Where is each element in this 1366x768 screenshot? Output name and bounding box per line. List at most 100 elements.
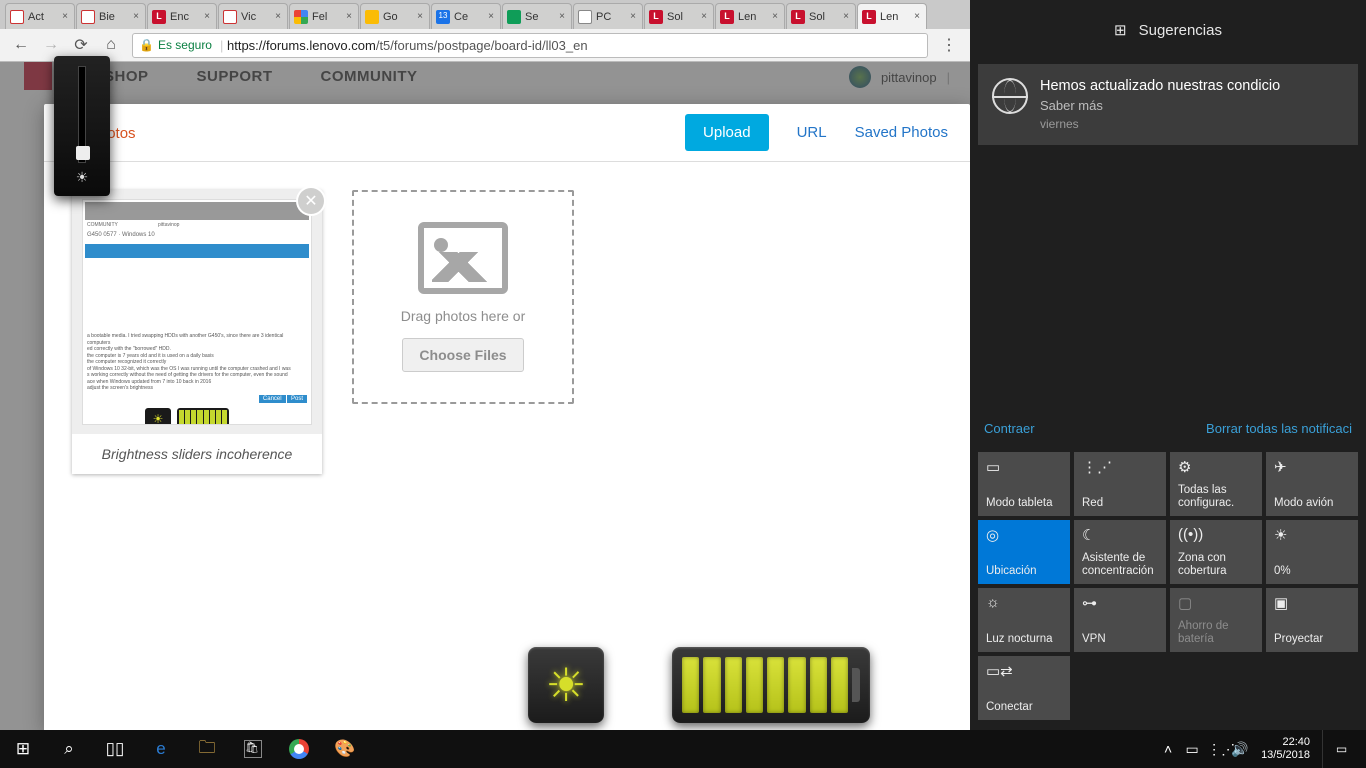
url-text: https://forums.lenovo.com/t5/forums/post…	[227, 38, 588, 53]
quick-action-icon: ◎	[986, 526, 1062, 544]
quick-action-proyectar[interactable]: ▣ Proyectar	[1266, 588, 1358, 652]
quick-action-icon: ((•))	[1178, 526, 1254, 544]
collapse-link[interactable]: Contraer	[984, 421, 1035, 436]
wifi-icon[interactable]: ⋮⋰	[1207, 741, 1225, 758]
tab-strip: Act×Bie×LEnc×Vic×Fel×Go×13Ce×Se×PC×LSol×…	[0, 0, 970, 29]
tab-close-icon[interactable]: ×	[486, 12, 496, 22]
browser-tab[interactable]: Vic×	[218, 3, 288, 29]
thumbnail-caption: Brightness sliders incoherence	[72, 434, 322, 474]
quick-action-zona-con-cobertura[interactable]: ((•)) Zona con cobertura	[1170, 520, 1262, 584]
url-tab[interactable]: URL	[797, 124, 827, 141]
quick-action-icon: ☼	[986, 594, 1062, 612]
quick-action-icon: ✈	[1274, 458, 1350, 476]
notification-time: viernes	[1040, 117, 1344, 131]
tab-close-icon[interactable]: ×	[415, 12, 425, 22]
upload-body: ✕ COMMUNITY pittavinop G450 0577 · Windo…	[44, 162, 970, 730]
tab-close-icon[interactable]: ×	[273, 12, 283, 22]
browser-tab[interactable]: LLen×	[715, 3, 785, 29]
quick-action-vpn[interactable]: ⊶VPN	[1074, 588, 1166, 652]
upload-modal: 📷 Photos Upload URL Saved Photos ✕ COMMU…	[44, 104, 970, 730]
chrome-app[interactable]	[276, 730, 322, 768]
browser-tab[interactable]: LEnc×	[147, 3, 217, 29]
action-center-button[interactable]: ▭	[1322, 730, 1360, 768]
paint-app[interactable]: 🎨	[322, 730, 368, 768]
tab-close-icon[interactable]: ×	[131, 12, 141, 22]
reload-button[interactable]: ⟳	[69, 33, 93, 57]
quick-action-0[interactable]: ☀0%	[1266, 520, 1358, 584]
browser-tab[interactable]: Act×	[5, 3, 75, 29]
notification-card[interactable]: Hemos actualizado nuestras condicio Sabe…	[978, 64, 1358, 145]
quick-action-label: Proyectar	[1274, 633, 1350, 646]
tab-favicon	[294, 10, 308, 24]
toolbar: ← → ⟳ ⌂ 🔒 Es seguro | https://forums.len…	[0, 29, 970, 62]
address-bar[interactable]: 🔒 Es seguro | https://forums.lenovo.com/…	[132, 33, 928, 58]
tab-close-icon[interactable]: ×	[841, 12, 851, 22]
start-button[interactable]: ⊞	[0, 730, 46, 768]
tray-chevron-icon[interactable]: ˄	[1159, 741, 1177, 757]
uploaded-thumbnail[interactable]: ✕ COMMUNITY pittavinop G450 0577 · Windo…	[72, 190, 322, 474]
tab-favicon	[578, 10, 592, 24]
upload-modal-header: 📷 Photos Upload URL Saved Photos	[44, 104, 970, 162]
remove-thumbnail-button[interactable]: ✕	[298, 188, 324, 214]
task-view-button[interactable]: ▯▯	[92, 730, 138, 768]
volume-icon[interactable]: 🔊	[1231, 741, 1249, 758]
clock[interactable]: 22:40 13/5/2018	[1255, 736, 1316, 761]
brightness-icon: ☀	[76, 169, 89, 186]
search-button[interactable]: ⌕	[46, 730, 92, 768]
browser-tab[interactable]: LSol×	[644, 3, 714, 29]
store-app[interactable]: 🛍	[230, 730, 276, 768]
battery-icon[interactable]: ▭	[1183, 741, 1201, 758]
quick-action-label: 0%	[1274, 565, 1350, 578]
tab-close-icon[interactable]: ×	[344, 12, 354, 22]
quick-action-icon: ▣	[1274, 594, 1350, 612]
quick-action-red[interactable]: ⋮⋰Red	[1074, 452, 1166, 516]
quick-action-todas-las-configurac[interactable]: ⚙Todas las configurac.	[1170, 452, 1262, 516]
browser-tab[interactable]: Se×	[502, 3, 572, 29]
upload-button[interactable]: Upload	[685, 114, 769, 151]
browser-tab[interactable]: 13Ce×	[431, 3, 501, 29]
clock-time: 22:40	[1261, 736, 1310, 749]
saved-photos-tab[interactable]: Saved Photos	[855, 124, 948, 141]
browser-tab[interactable]: LSol×	[786, 3, 856, 29]
dropzone[interactable]: Drag photos here or Choose Files	[352, 190, 574, 404]
brightness-vertical-slider-osd: ☀	[54, 56, 110, 196]
choose-files-button[interactable]: Choose Files	[402, 338, 523, 372]
tab-close-icon[interactable]: ×	[699, 12, 709, 22]
action-center-title: Sugerencias	[1139, 22, 1222, 39]
quick-action-label: Modo avión	[1274, 497, 1350, 510]
forward-button[interactable]: →	[39, 33, 63, 57]
home-button[interactable]: ⌂	[99, 33, 123, 57]
edge-app[interactable]: e	[138, 730, 184, 768]
tab-favicon: L	[152, 10, 166, 24]
tab-close-icon[interactable]: ×	[628, 12, 638, 22]
back-button[interactable]: ←	[9, 33, 33, 57]
quick-action-icon: ⚙	[1178, 458, 1254, 476]
quick-action-luz-nocturna[interactable]: ☼Luz nocturna	[978, 588, 1070, 652]
secure-indicator: 🔒 Es seguro	[139, 38, 212, 52]
browser-tab[interactable]: Bie×	[76, 3, 146, 29]
quick-action-modo-tableta[interactable]: ▭Modo tableta	[978, 452, 1070, 516]
tab-close-icon[interactable]: ×	[770, 12, 780, 22]
tab-close-icon[interactable]: ×	[557, 12, 567, 22]
tab-label: Len	[738, 11, 768, 23]
thumbnail-preview: COMMUNITY pittavinop G450 0577 · Windows…	[82, 199, 312, 425]
tab-close-icon[interactable]: ×	[60, 12, 70, 22]
quick-action-modo-avi-n[interactable]: ✈ Modo avión	[1266, 452, 1358, 516]
browser-tab[interactable]: Fel×	[289, 3, 359, 29]
tab-label: Fel	[312, 11, 342, 23]
browser-tab[interactable]: PC×	[573, 3, 643, 29]
quick-action-ubicaci-n[interactable]: ◎Ubicación	[978, 520, 1070, 584]
quick-action-asistente-de-concentraci-n[interactable]: ☾Asistente de concentración	[1074, 520, 1166, 584]
tab-close-icon[interactable]: ×	[912, 12, 922, 22]
explorer-app[interactable]: 🗀	[184, 730, 230, 768]
dropzone-text: Drag photos here or	[401, 308, 526, 324]
menu-button[interactable]: ⋮	[937, 33, 961, 57]
quick-action-label: Zona con cobertura	[1178, 552, 1254, 578]
tab-close-icon[interactable]: ×	[202, 12, 212, 22]
browser-tab[interactable]: LLen×	[857, 3, 927, 29]
clear-all-link[interactable]: Borrar todas las notificaci	[1206, 421, 1352, 436]
action-center-header: ⊞ Sugerencias	[970, 0, 1366, 60]
quick-action-conectar[interactable]: ▭⇄Conectar	[978, 656, 1070, 720]
notification-title: Hemos actualizado nuestras condicio	[1040, 78, 1344, 94]
browser-tab[interactable]: Go×	[360, 3, 430, 29]
